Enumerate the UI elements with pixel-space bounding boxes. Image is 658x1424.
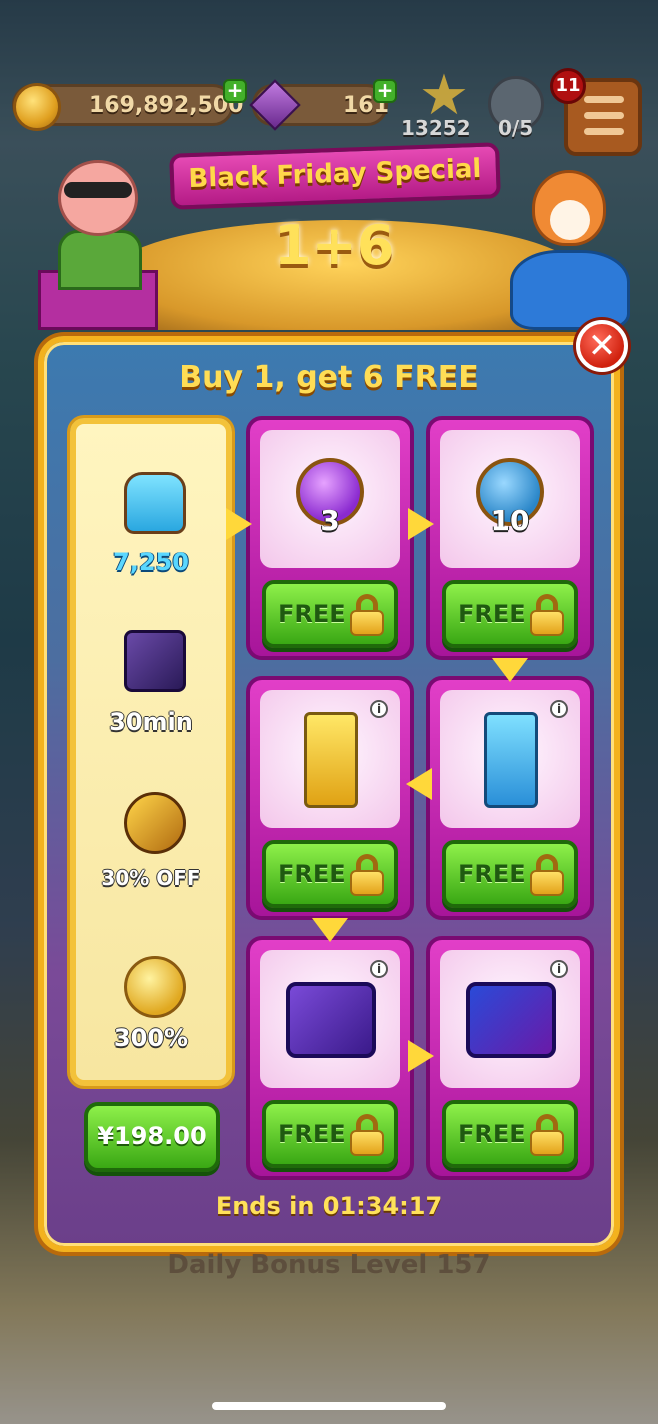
free-label: FREE	[278, 860, 346, 888]
home-indicator[interactable]	[212, 1402, 446, 1410]
golden-hammer-icon	[124, 792, 186, 854]
free-claim-button[interactable]: FREE	[442, 580, 578, 648]
gem-icon	[249, 79, 301, 131]
gloves-icon	[124, 472, 186, 534]
add-gems-button[interactable]: +	[373, 79, 397, 103]
banner-ribbon: Black Friday Special	[169, 142, 501, 210]
gems-counter[interactable]: 161 +	[249, 79, 397, 131]
free-label: FREE	[278, 1120, 346, 1148]
banner-title: Black Friday Special	[187, 153, 482, 195]
buy-button[interactable]: ¥198.00	[84, 1102, 220, 1172]
free-reward-card[interactable]: i FREE	[246, 936, 414, 1180]
free-reward-card[interactable]: i FREE	[426, 936, 594, 1180]
pig-mask	[64, 182, 132, 198]
potion-icon	[124, 956, 186, 1018]
pig-body	[58, 230, 142, 290]
paid-item: 30% OFF	[76, 792, 226, 902]
offer-headline: Buy 1, get 6 FREE	[179, 360, 479, 395]
info-icon[interactable]: i	[550, 960, 568, 978]
add-coins-button[interactable]: +	[223, 79, 247, 103]
free-claim-button[interactable]: FREE	[262, 840, 398, 908]
free-claim-button[interactable]: FREE	[442, 1100, 578, 1168]
purple-chest-icon	[286, 982, 376, 1058]
free-label: FREE	[458, 600, 526, 628]
paid-item-label: 7,250	[113, 548, 189, 576]
fox-character-icon	[500, 160, 640, 330]
pig-head	[58, 160, 138, 236]
daily-bonus-label: Daily Bonus Level 157	[167, 1250, 491, 1280]
free-claim-button[interactable]: FREE	[262, 1100, 398, 1168]
free-claim-button[interactable]: FREE	[442, 840, 578, 908]
arrow-right-icon	[408, 1040, 434, 1072]
arrow-right-icon	[226, 508, 252, 540]
reward-tile: i	[260, 950, 400, 1088]
free-reward-card[interactable]: 10 FREE	[426, 416, 594, 660]
coin-icon	[13, 83, 61, 131]
free-label: FREE	[458, 860, 526, 888]
info-icon[interactable]: i	[550, 700, 568, 718]
reward-tile: 10	[440, 430, 580, 568]
top-hat	[510, 250, 630, 330]
reward-tile: 3	[260, 430, 400, 568]
lock-icon	[530, 1114, 564, 1156]
reward-count: 3	[320, 504, 340, 537]
neon-chest-icon	[466, 982, 556, 1058]
free-reward-card[interactable]: i FREE	[426, 676, 594, 920]
coins-counter[interactable]: 169,892,500 +	[12, 79, 247, 131]
free-claim-button[interactable]: FREE	[262, 580, 398, 648]
countdown-timer: Ends in 01:34:17	[215, 1192, 443, 1220]
notification-badge: 11	[550, 68, 586, 104]
reward-tile: i	[260, 690, 400, 828]
coins-value: 169,892,500	[89, 93, 244, 118]
arrow-down-icon	[312, 918, 348, 942]
price-label: ¥198.00	[97, 1122, 207, 1150]
paid-item: 7,250	[76, 472, 226, 582]
lock-icon	[350, 1114, 384, 1156]
arrow-left-icon	[406, 768, 432, 800]
free-label: FREE	[458, 1120, 526, 1148]
hammer-icon	[124, 630, 186, 692]
paid-items-column: 7,250 30min 30% OFF 300%	[70, 418, 232, 1086]
arrow-down-icon	[492, 658, 528, 682]
paid-item-label: 30% OFF	[101, 866, 201, 890]
paid-item-label: 30min	[109, 708, 193, 736]
info-icon[interactable]: i	[370, 960, 388, 978]
arrow-right-icon	[408, 508, 434, 540]
reward-tile: i	[440, 690, 580, 828]
reward-count: 10	[490, 504, 530, 537]
pig-character-icon	[28, 160, 168, 330]
paid-item: 30min	[76, 630, 226, 740]
lock-icon	[530, 854, 564, 896]
star-icon: ★	[418, 63, 470, 128]
info-icon[interactable]: i	[370, 700, 388, 718]
black-friday-banner: Black Friday Special 1+6	[20, 130, 640, 340]
lock-icon	[530, 594, 564, 636]
menu-bar	[584, 96, 624, 103]
paid-item-label: 300%	[113, 1024, 189, 1052]
paid-item: 300%	[76, 956, 226, 1066]
blue-card-pack-icon	[484, 712, 538, 808]
free-label: FREE	[278, 600, 346, 628]
golden-card-pack-icon	[304, 712, 358, 808]
lock-icon	[350, 594, 384, 636]
deal-number: 1+6	[274, 214, 395, 277]
fox-face	[550, 200, 590, 240]
free-reward-card[interactable]: 3 FREE	[246, 416, 414, 660]
lock-icon	[350, 854, 384, 896]
free-reward-card[interactable]: i FREE	[246, 676, 414, 920]
menu-bar	[584, 112, 624, 119]
reward-tile: i	[440, 950, 580, 1088]
